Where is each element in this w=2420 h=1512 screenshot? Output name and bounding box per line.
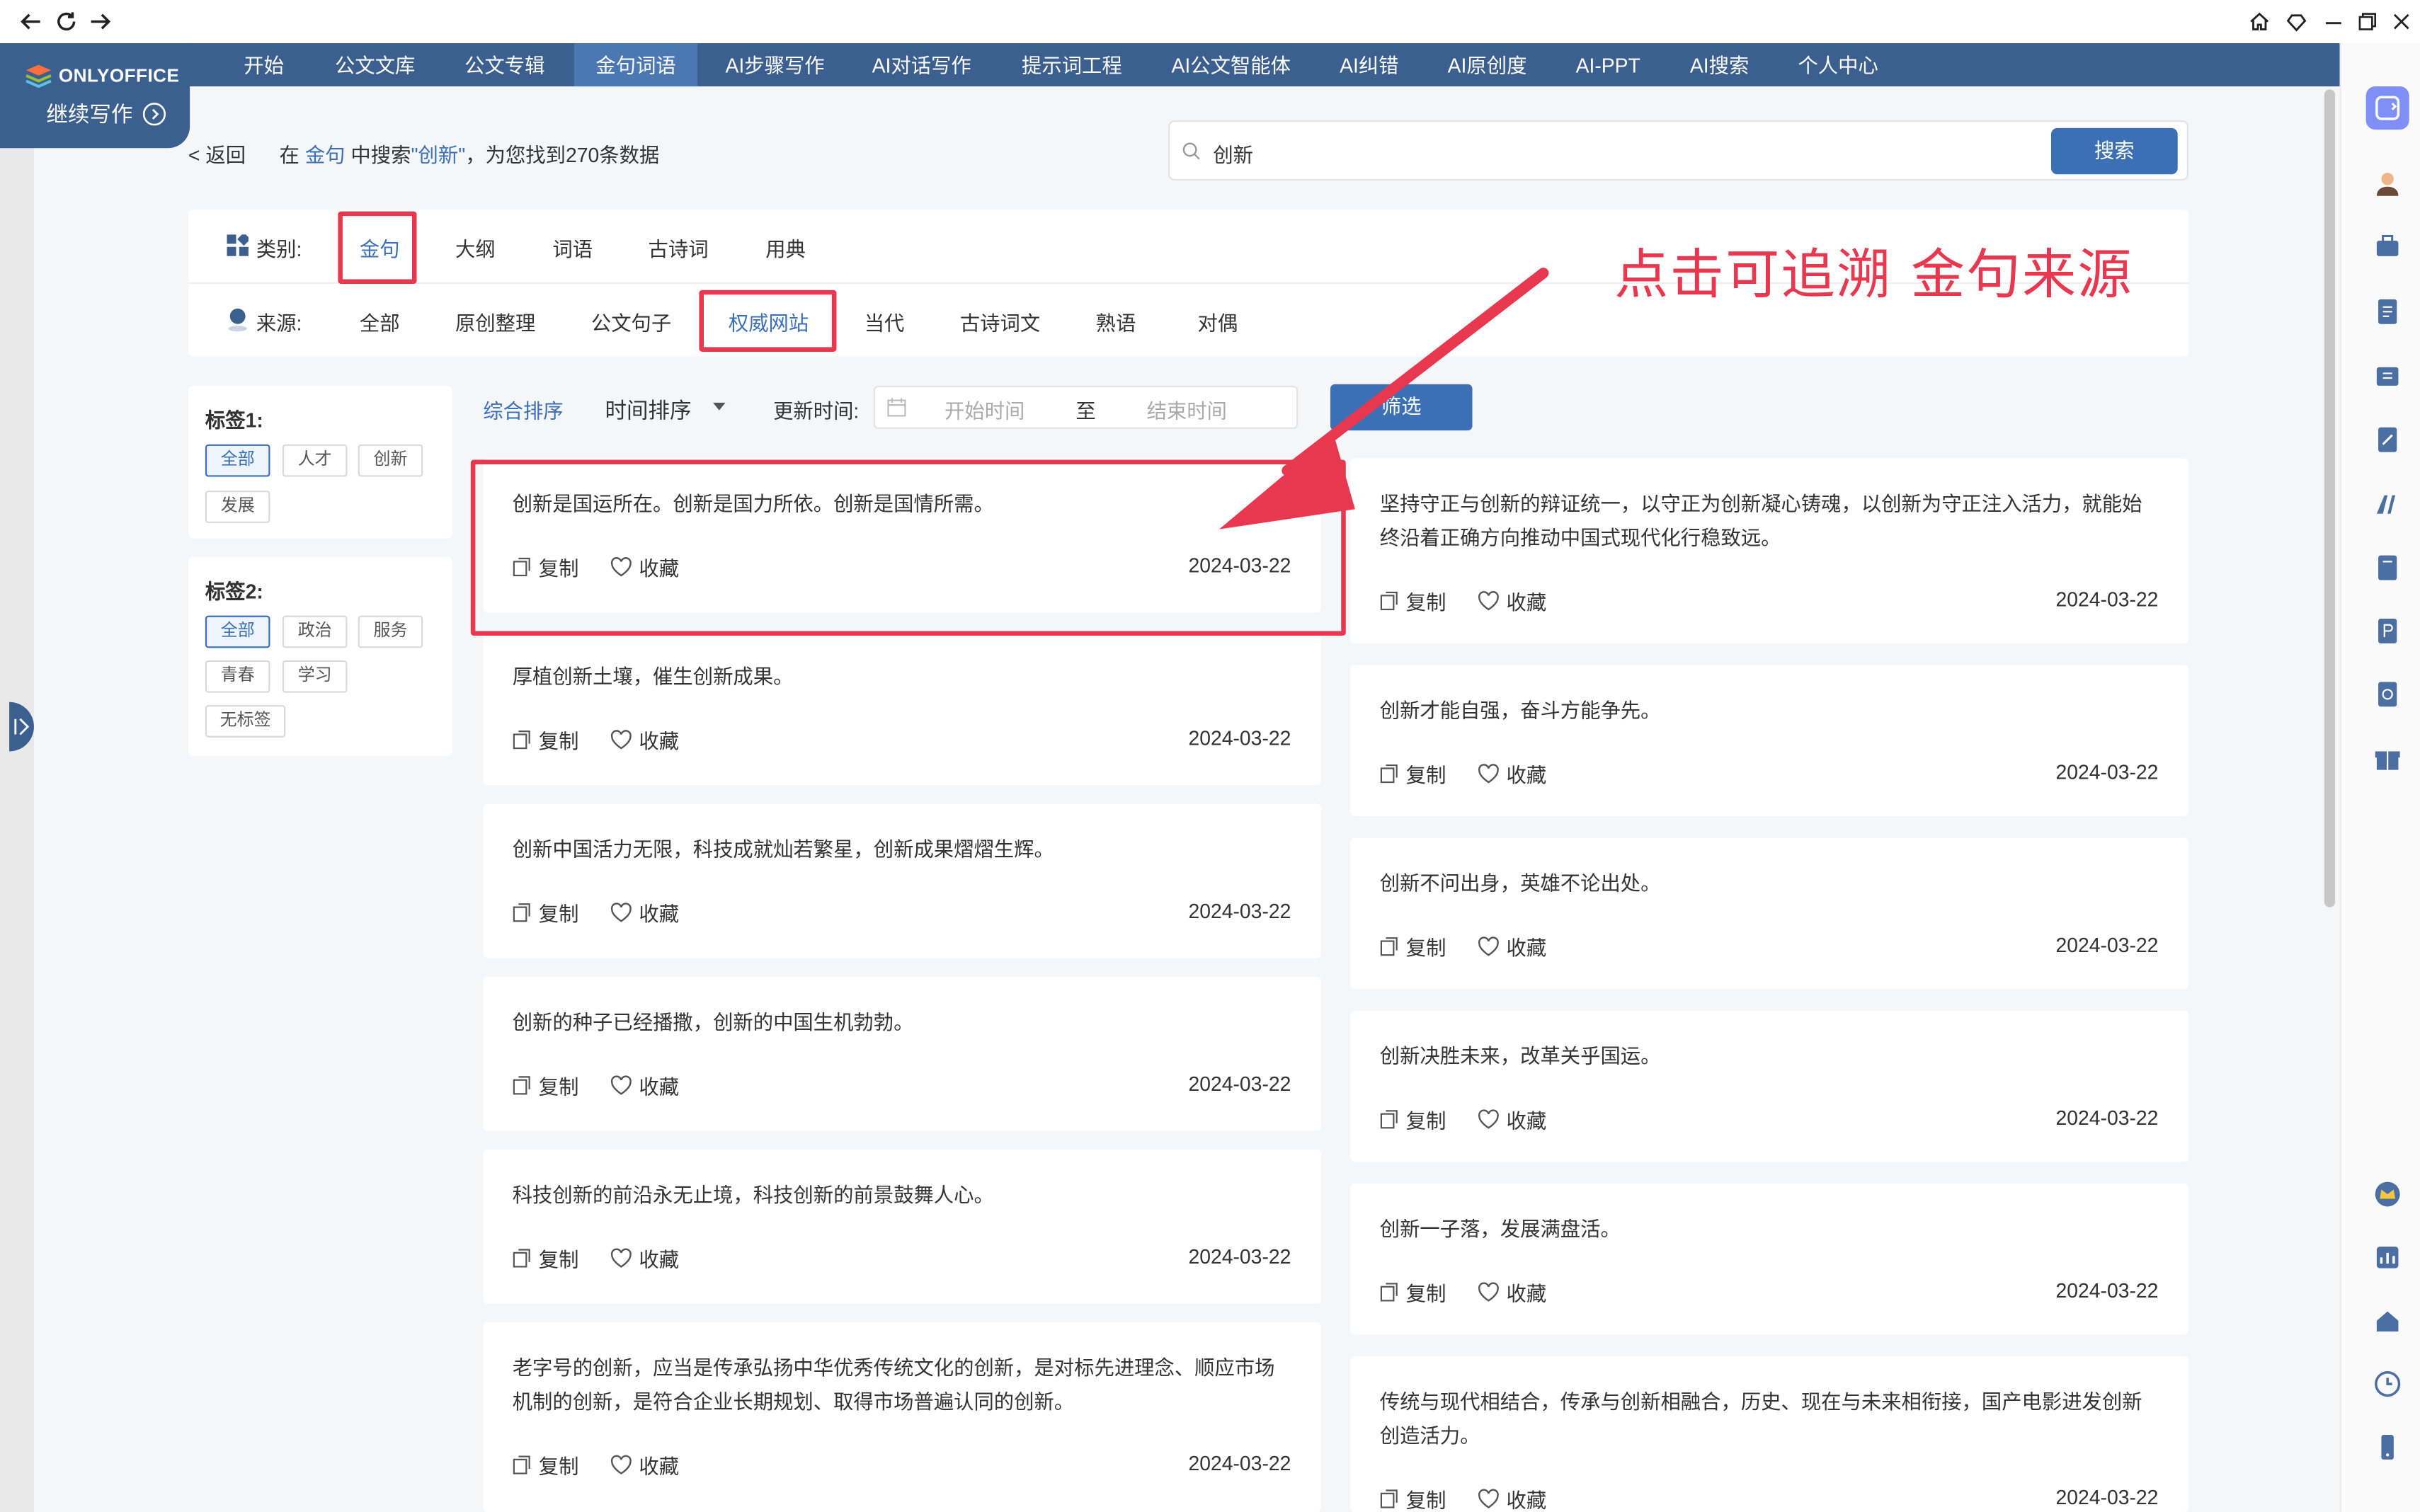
annotation-text: 点击可追溯 金句来源 — [1614, 245, 2133, 307]
book-icon[interactable] — [2374, 554, 2402, 581]
home-rail-icon[interactable] — [2374, 1307, 2402, 1334]
avatar-icon[interactable] — [2374, 170, 2402, 197]
right-toolbar — [2339, 43, 2420, 1512]
ai-icon[interactable] — [2374, 491, 2402, 518]
library-icon[interactable] — [2374, 362, 2402, 390]
app-window: 开始 公文文库 公文专辑 金句词语 AI步骤写作 AI对话写作 提示词工程 AI… — [0, 0, 2420, 1512]
phone-icon[interactable] — [2374, 1433, 2402, 1461]
assistant-app-icon[interactable] — [2365, 86, 2409, 130]
gift-icon[interactable] — [2374, 745, 2402, 773]
write-icon[interactable] — [2374, 426, 2402, 454]
ppt-icon[interactable] — [2374, 617, 2402, 645]
document-icon[interactable] — [2374, 298, 2402, 326]
chart-icon[interactable] — [2374, 1244, 2402, 1271]
original-icon[interactable] — [2374, 680, 2402, 708]
crown-icon[interactable] — [2374, 1180, 2402, 1208]
clock-icon[interactable] — [2374, 1370, 2402, 1397]
annotation-arrow — [1219, 268, 1549, 529]
briefcase-icon[interactable] — [2374, 233, 2402, 260]
scrollbar[interactable] — [2324, 89, 2336, 907]
